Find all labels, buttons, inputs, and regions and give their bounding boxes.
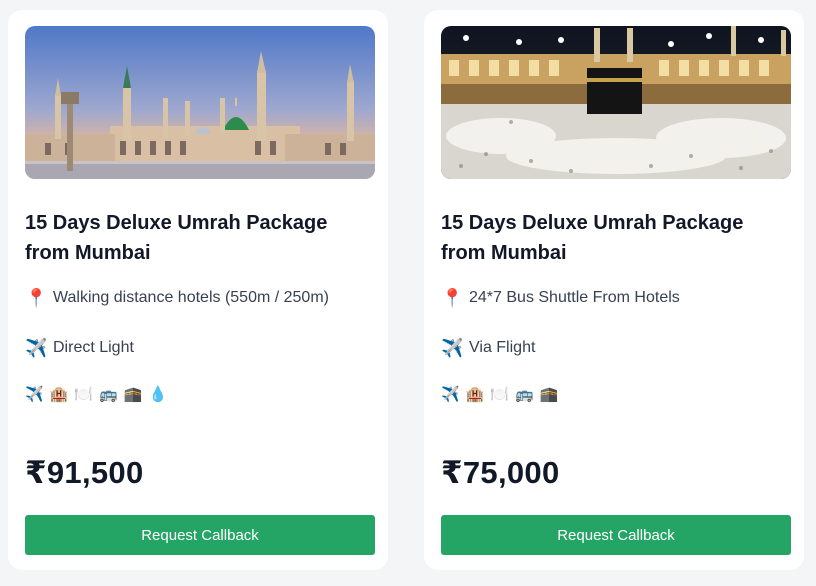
package-price: ₹75,000	[441, 455, 560, 490]
pin-icon: 📍	[441, 288, 464, 308]
amenity-icons: ✈️ 🏨 🍽️ 🚌 🕋	[441, 385, 558, 405]
package-card: 15 Days Deluxe Umrah Package from Mumbai…	[8, 10, 388, 570]
airplane-icon: ✈️	[25, 338, 48, 358]
airplane-icon: ✈️	[441, 338, 464, 358]
feature-bus-shuttle: 📍 24*7 Bus Shuttle From Hotels	[441, 288, 791, 308]
request-callback-button[interactable]: Request Callback	[441, 515, 791, 555]
feature-text: 24*7 Bus Shuttle From Hotels	[469, 289, 680, 306]
bus-icon: 🚌	[515, 386, 534, 403]
feature-text: Walking distance hotels (550m / 250m)	[53, 289, 329, 306]
meals-icon: 🍽️	[74, 386, 94, 403]
feature-flight: ✈️ Direct Light	[25, 338, 375, 358]
kaaba-icon: 🕋	[539, 386, 559, 403]
zamzam-water-icon: 💧	[148, 386, 168, 403]
package-price: ₹91,500	[25, 455, 144, 490]
package-card: 15 Days Deluxe Umrah Package from Mumbai…	[424, 10, 804, 570]
mosque-photo[interactable]	[25, 26, 375, 179]
feature-hotel-distance: 📍 Walking distance hotels (550m / 250m)	[25, 288, 375, 308]
hotel-icon: 🏨	[49, 386, 69, 403]
flight-icon: ✈️	[25, 386, 44, 403]
pin-icon: 📍	[25, 288, 48, 308]
amenity-icons: ✈️ 🏨 🍽️ 🚌 🕋 💧	[25, 385, 167, 405]
bus-icon: 🚌	[99, 386, 118, 403]
feature-flight: ✈️ Via Flight	[441, 338, 791, 358]
flight-icon: ✈️	[441, 386, 460, 403]
kaaba-photo[interactable]	[441, 26, 791, 179]
package-title: 15 Days Deluxe Umrah Package from Mumbai	[25, 212, 328, 264]
request-callback-button[interactable]: Request Callback	[25, 515, 375, 555]
kaaba-icon: 🕋	[123, 386, 143, 403]
feature-text: Via Flight	[469, 339, 536, 356]
meals-icon: 🍽️	[490, 386, 510, 403]
package-title: 15 Days Deluxe Umrah Package from Mumbai	[441, 212, 744, 264]
feature-text: Direct Light	[53, 339, 134, 356]
hotel-icon: 🏨	[465, 386, 485, 403]
